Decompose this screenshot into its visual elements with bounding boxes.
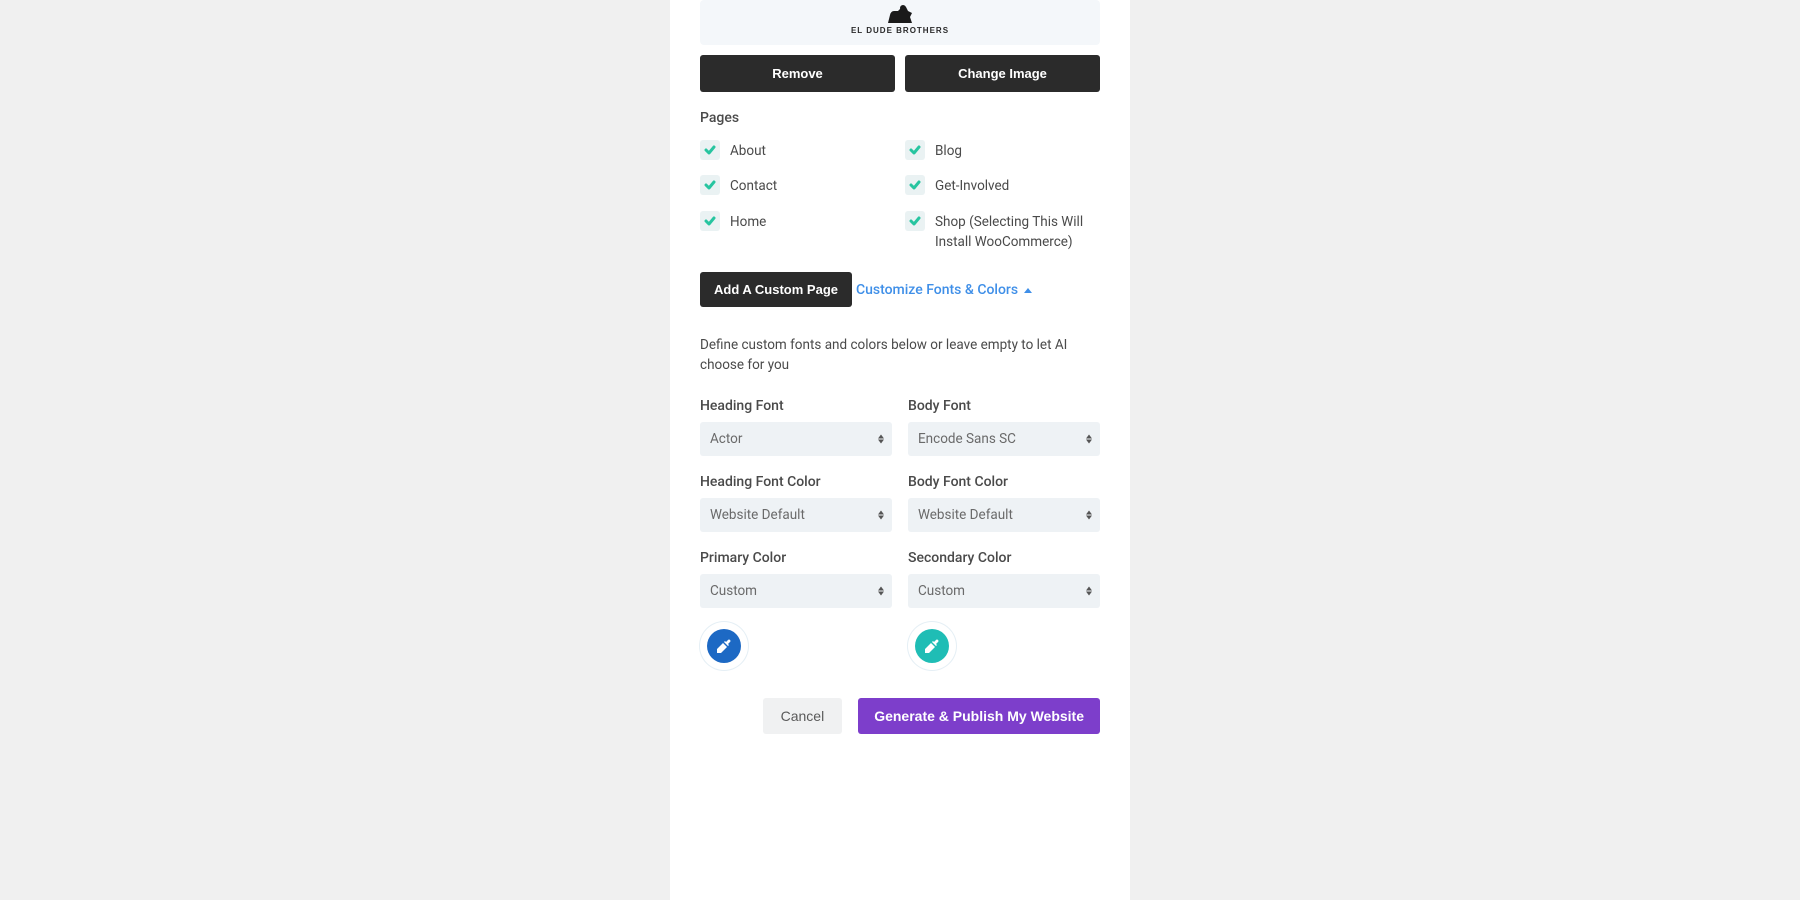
page-label: About: [730, 140, 766, 161]
pages-label: Pages: [700, 110, 1100, 126]
checkbox-home[interactable]: [700, 211, 720, 231]
remove-button[interactable]: Remove: [700, 55, 895, 92]
checkbox-about[interactable]: [700, 140, 720, 160]
body-font-label: Body Font: [908, 398, 1100, 414]
page-item-about[interactable]: About: [700, 140, 895, 161]
heading-font-label: Heading Font: [700, 398, 892, 414]
primary-color-swatch: [707, 629, 741, 663]
checkmark-icon: [704, 144, 716, 156]
page-label: Blog: [935, 140, 962, 161]
page-item-contact[interactable]: Contact: [700, 175, 895, 196]
generate-publish-button[interactable]: Generate & Publish My Website: [858, 698, 1100, 734]
checkbox-shop[interactable]: [905, 211, 925, 231]
page-label: Home: [730, 211, 766, 232]
checkmark-icon: [909, 144, 921, 156]
page-label: Get-Involved: [935, 175, 1009, 196]
select-arrows-icon: [1086, 586, 1092, 595]
logo-caption: EL DUDE BROTHERS: [851, 26, 949, 35]
cancel-button[interactable]: Cancel: [763, 698, 843, 734]
page-item-blog[interactable]: Blog: [905, 140, 1100, 161]
checkmark-icon: [704, 179, 716, 191]
body-font-color-select[interactable]: Website Default: [908, 498, 1100, 532]
heading-font-select[interactable]: Actor: [700, 422, 892, 456]
customize-fonts-colors-toggle[interactable]: Customize Fonts & Colors: [856, 282, 1032, 298]
select-arrows-icon: [1086, 510, 1092, 519]
change-image-button[interactable]: Change Image: [905, 55, 1100, 92]
body-font-select[interactable]: Encode Sans SC: [908, 422, 1100, 456]
logo-preview: EL DUDE BROTHERS: [700, 0, 1100, 45]
page-item-get-involved[interactable]: Get-Involved: [905, 175, 1100, 196]
heading-font-color-label: Heading Font Color: [700, 474, 892, 490]
eyedropper-icon: [924, 638, 940, 654]
select-arrows-icon: [878, 434, 884, 443]
logo-silhouette: [860, 3, 940, 23]
primary-color-picker[interactable]: [700, 622, 748, 670]
select-arrows-icon: [878, 586, 884, 595]
secondary-color-label: Secondary Color: [908, 550, 1100, 566]
body-font-color-label: Body Font Color: [908, 474, 1100, 490]
select-arrows-icon: [878, 510, 884, 519]
customize-description: Define custom fonts and colors below or …: [700, 335, 1100, 376]
page-label: Shop (Selecting This Will Install WooCom…: [935, 211, 1100, 253]
customize-link-text: Customize Fonts & Colors: [856, 282, 1018, 298]
checkbox-contact[interactable]: [700, 175, 720, 195]
collapse-icon: [1024, 288, 1032, 293]
checkbox-blog[interactable]: [905, 140, 925, 160]
checkmark-icon: [909, 179, 921, 191]
select-arrows-icon: [1086, 434, 1092, 443]
heading-font-color-select[interactable]: Website Default: [700, 498, 892, 532]
checkmark-icon: [704, 215, 716, 227]
checkbox-get-involved[interactable]: [905, 175, 925, 195]
page-item-shop[interactable]: Shop (Selecting This Will Install WooCom…: [905, 211, 1100, 253]
page-label: Contact: [730, 175, 777, 196]
eyedropper-icon: [716, 638, 732, 654]
primary-color-label: Primary Color: [700, 550, 892, 566]
primary-color-select[interactable]: Custom: [700, 574, 892, 608]
page-item-home[interactable]: Home: [700, 211, 895, 253]
add-custom-page-button[interactable]: Add A Custom Page: [700, 272, 852, 307]
checkmark-icon: [909, 215, 921, 227]
secondary-color-picker[interactable]: [908, 622, 956, 670]
secondary-color-swatch: [915, 629, 949, 663]
secondary-color-select[interactable]: Custom: [908, 574, 1100, 608]
